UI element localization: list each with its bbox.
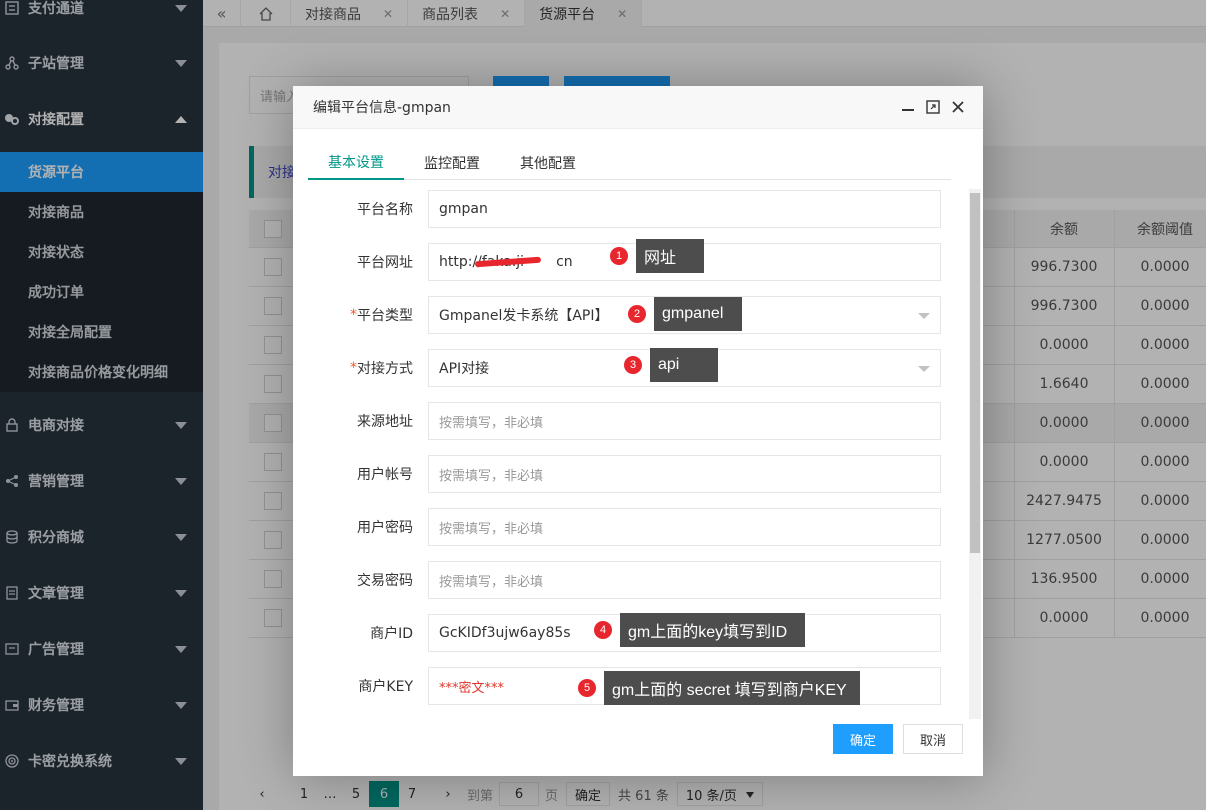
annotation-tip-4: gm上面的key填写到ID [620, 613, 805, 647]
label-text: 商户KEY [358, 679, 413, 695]
field-source-address: 来源地址 按需填写，非必填 [293, 402, 953, 440]
field-label: * 对接方式 [313, 349, 413, 387]
maximize-icon [926, 100, 940, 114]
label-text: 用户帐号 [357, 467, 413, 483]
annotation-badge-3: 3 [624, 356, 642, 374]
required-mark: * [350, 307, 357, 323]
annotation-badge-4: 4 [594, 621, 612, 639]
field-label: 商户ID [313, 614, 413, 652]
annotation-badge-2: 2 [628, 305, 646, 323]
annotation-tip-5: gm上面的 secret 填写到商户KEY [604, 671, 860, 705]
platform-name-input[interactable]: gmpan [428, 190, 941, 228]
annotation-tip-2: gmpanel [654, 297, 742, 331]
label-text: 来源地址 [357, 414, 413, 430]
field-docking-method: * 对接方式 API对接 [293, 349, 953, 387]
modal-tabs: 基本设置 监控配置 其他配置 [308, 146, 951, 180]
caret-down-icon [918, 313, 930, 319]
field-user-password: 用户密码 按需填写，非必填 [293, 508, 953, 546]
close-icon [952, 101, 964, 113]
label-text: 平台网址 [357, 255, 413, 271]
close-modal-button[interactable] [949, 98, 967, 116]
field-platform-name: 平台名称 gmpan [293, 190, 953, 228]
field-label: 来源地址 [313, 402, 413, 440]
confirm-button[interactable]: 确定 [833, 724, 893, 754]
field-platform-type: * 平台类型 Gmpanel发卡系统【API】 [293, 296, 953, 334]
minimize-icon [902, 109, 914, 111]
trade-password-input[interactable]: 按需填写，非必填 [428, 561, 941, 599]
field-user-account: 用户帐号 按需填写，非必填 [293, 455, 953, 493]
user-password-input[interactable]: 按需填写，非必填 [428, 508, 941, 546]
field-label: * 平台类型 [313, 296, 413, 334]
tab-basic-settings[interactable]: 基本设置 [308, 146, 404, 180]
required-mark: * [350, 360, 357, 376]
tab-monitor-config[interactable]: 监控配置 [404, 146, 500, 180]
modal-header: 编辑平台信息-gmpan [293, 86, 983, 129]
minimize-button[interactable] [899, 98, 917, 116]
select-value: API对接 [439, 361, 490, 377]
field-label: 交易密码 [313, 561, 413, 599]
modal-title: 编辑平台信息-gmpan [313, 100, 451, 116]
annotation-tip-3: api [650, 348, 718, 382]
cancel-button[interactable]: 取消 [903, 724, 963, 754]
source-address-input[interactable]: 按需填写，非必填 [428, 402, 941, 440]
label-text: 用户密码 [357, 520, 413, 536]
caret-down-icon [918, 366, 930, 372]
annotation-tip-1: 网址 [636, 239, 704, 273]
modal-scrollbar[interactable] [969, 189, 981, 719]
modal-footer: 确定 取消 [293, 719, 983, 776]
url-value-end: cn [556, 254, 573, 270]
user-account-input[interactable]: 按需填写，非必填 [428, 455, 941, 493]
label-text: 平台类型 [357, 308, 413, 324]
select-value: Gmpanel发卡系统【API】 [439, 308, 609, 324]
field-label: 平台网址 [313, 243, 413, 281]
field-label: 平台名称 [313, 190, 413, 228]
maximize-button[interactable] [924, 98, 942, 116]
field-label: 用户帐号 [313, 455, 413, 493]
label-text: 交易密码 [357, 573, 413, 589]
label-text: 平台名称 [357, 202, 413, 218]
field-label: 用户密码 [313, 508, 413, 546]
annotation-badge-1: 1 [610, 247, 628, 265]
field-trade-password: 交易密码 按需填写，非必填 [293, 561, 953, 599]
annotation-badge-5: 5 [578, 679, 596, 697]
scrollbar-thumb[interactable] [970, 193, 980, 553]
field-label: 商户KEY [313, 667, 413, 705]
tab-other-config[interactable]: 其他配置 [500, 146, 596, 180]
label-text: 对接方式 [357, 361, 413, 377]
label-text: 商户ID [370, 626, 413, 642]
